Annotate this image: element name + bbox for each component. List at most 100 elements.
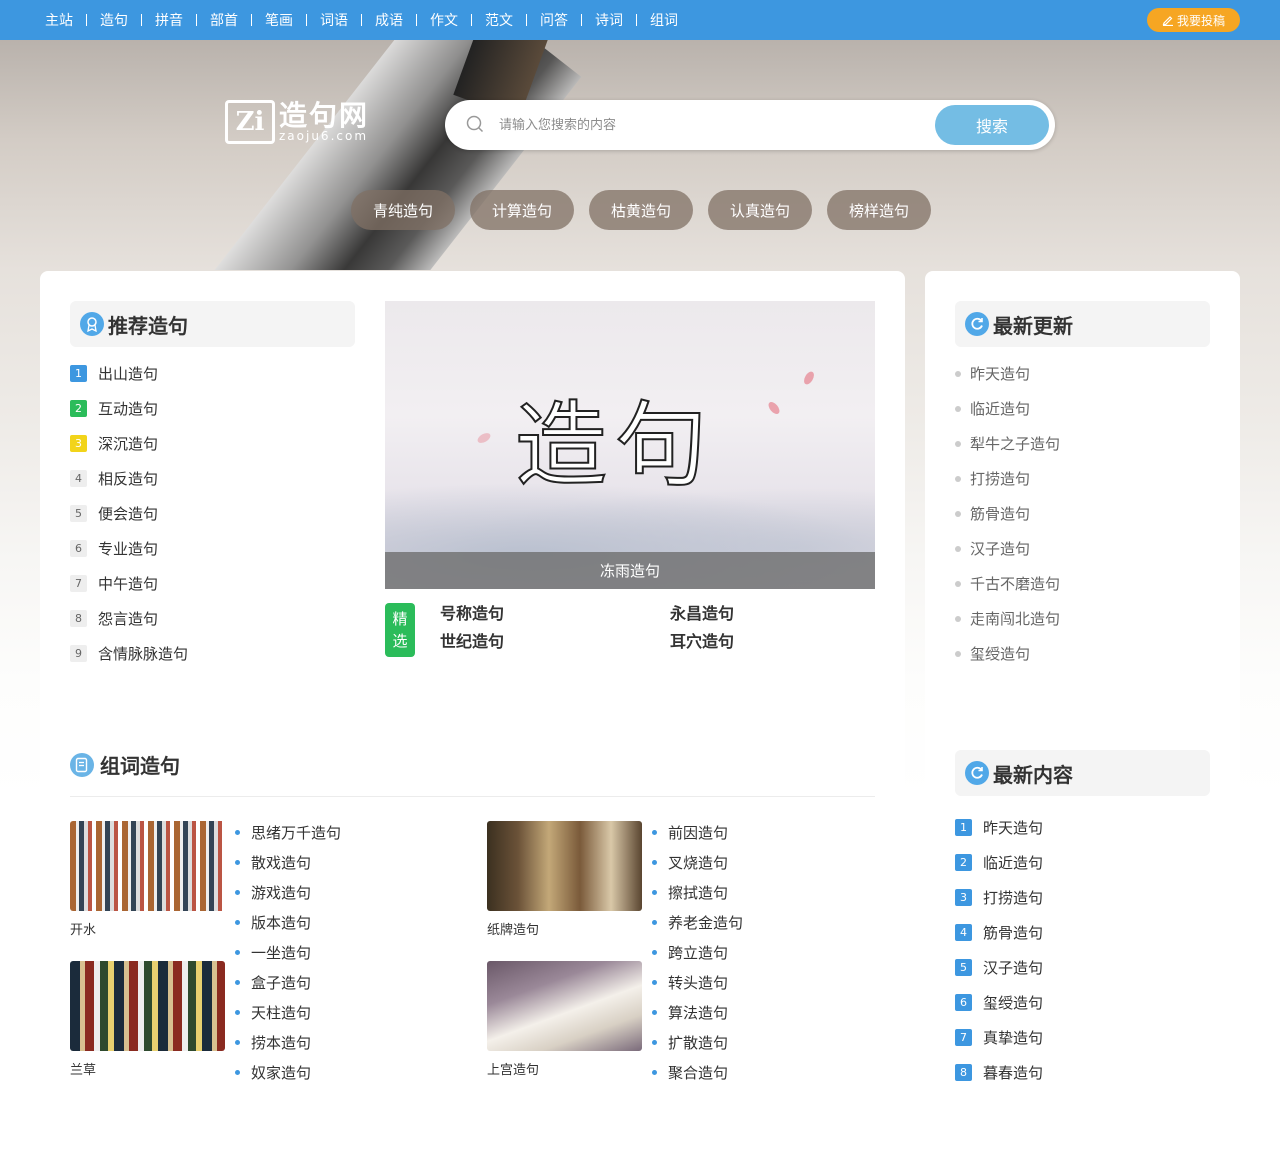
list-item[interactable]: 版本造句	[235, 907, 341, 937]
list-item[interactable]: 7 真挚造句	[955, 1020, 1043, 1055]
list-item[interactable]: 前因造句	[652, 817, 743, 847]
nav-item-zuci[interactable]: 组词	[623, 10, 678, 30]
logo-domain: zaoju6.com	[279, 129, 369, 143]
featured-links: 号称造句 永昌造句 世纪造句 耳穴造句	[440, 604, 880, 652]
list-item[interactable]: 5 汉子造句	[955, 950, 1043, 985]
latest-updates-header: 最新更新	[955, 301, 1210, 347]
hot-tag[interactable]: 青纯造句	[351, 190, 455, 230]
hot-tag[interactable]: 枯黄造句	[589, 190, 693, 230]
list-item[interactable]: 千古不磨造句	[955, 566, 1060, 601]
list-item[interactable]: 盒子造句	[235, 967, 341, 997]
latest-content-header: 最新内容	[955, 750, 1210, 796]
list-item-label: 中午造句	[98, 575, 159, 593]
list-item[interactable]: 叉烧造句	[652, 847, 743, 877]
thumbnail-caption[interactable]: 兰草	[70, 1059, 96, 1078]
rank-badge: 6	[70, 540, 87, 557]
hot-tag[interactable]: 计算造句	[470, 190, 574, 230]
thumbnail-image[interactable]	[487, 961, 642, 1051]
list-item[interactable]: 一坐造句	[235, 937, 341, 967]
thumbnail-caption[interactable]: 上宫造句	[487, 1059, 539, 1078]
featured-link[interactable]: 永昌造句	[670, 604, 880, 624]
nav-item-ciyu[interactable]: 词语	[293, 10, 348, 30]
nav-item-main[interactable]: 主站	[45, 10, 73, 30]
petal-decoration	[802, 369, 816, 387]
list-item[interactable]: 天柱造句	[235, 997, 341, 1027]
nav-item-fanwen[interactable]: 范文	[458, 10, 513, 30]
hero-banner	[0, 40, 1280, 270]
rank-badge: 2	[955, 854, 972, 871]
featured-link[interactable]: 号称造句	[440, 604, 670, 624]
submit-article-button[interactable]: 我要投稿	[1147, 8, 1240, 32]
hot-tag[interactable]: 认真造句	[708, 190, 812, 230]
nav-item-zaoju[interactable]: 造句	[73, 10, 128, 30]
thumbnail-caption[interactable]: 纸牌造句	[487, 919, 539, 938]
list-item-label: 专业造句	[98, 540, 159, 558]
list-item[interactable]: 游戏造句	[235, 877, 341, 907]
list-item[interactable]: 扩散造句	[652, 1027, 743, 1057]
list-item[interactable]: 6 专业造句	[70, 531, 188, 566]
list-item[interactable]: 打捞造句	[955, 461, 1060, 496]
list-item-label: 便会造句	[98, 505, 159, 523]
list-item[interactable]: 捞本造句	[235, 1027, 341, 1057]
thumbnail-caption[interactable]: 开水	[70, 919, 96, 938]
list-item[interactable]: 1 昨天造句	[955, 810, 1043, 845]
list-item-label: 昨天造句	[983, 819, 1044, 837]
nav-item-chengyu[interactable]: 成语	[348, 10, 403, 30]
site-logo[interactable]: Zi 造句网 zaoju6.com	[225, 100, 369, 144]
list-item[interactable]: 8 暮春造句	[955, 1055, 1043, 1090]
list-item[interactable]: 转头造句	[652, 967, 743, 997]
featured-link[interactable]: 耳穴造句	[670, 632, 880, 652]
list-item[interactable]: 聚合造句	[652, 1057, 743, 1087]
thumbnail-image[interactable]	[70, 821, 225, 911]
nav-item-shici[interactable]: 诗词	[568, 10, 623, 30]
list-item[interactable]: 养老金造句	[652, 907, 743, 937]
list-item[interactable]: 散戏造句	[235, 847, 341, 877]
list-item[interactable]: 思绪万千造句	[235, 817, 341, 847]
list-item[interactable]: 2 临近造句	[955, 845, 1043, 880]
search-input[interactable]	[499, 110, 919, 140]
rank-badge: 3	[70, 435, 87, 452]
list-item[interactable]: 2 互动造句	[70, 391, 188, 426]
pen-icon	[1162, 16, 1173, 26]
search-button[interactable]: 搜索	[935, 105, 1049, 145]
nav-item-bihua[interactable]: 笔画	[238, 10, 293, 30]
list-item[interactable]: 3 打捞造句	[955, 880, 1043, 915]
list-item[interactable]: 4 相反造句	[70, 461, 188, 496]
nav-item-zuowen[interactable]: 作文	[403, 10, 458, 30]
list-item[interactable]: 1 出山造句	[70, 356, 188, 391]
featured-badge: 精 选	[385, 603, 415, 657]
thumbnail-image[interactable]	[70, 961, 225, 1051]
list-item[interactable]: 擦拭造句	[652, 877, 743, 907]
nav-item-wenda[interactable]: 问答	[513, 10, 568, 30]
list-item[interactable]: 算法造句	[652, 997, 743, 1027]
rank-badge: 4	[955, 924, 972, 941]
featured-link[interactable]: 世纪造句	[440, 632, 670, 652]
list-item[interactable]: 7 中午造句	[70, 566, 188, 601]
feature-banner[interactable]: 造句 冻雨造句	[385, 301, 875, 589]
list-item[interactable]: 筋骨造句	[955, 496, 1060, 531]
list-item[interactable]: 奴家造句	[235, 1057, 341, 1087]
list-item[interactable]: 5 便会造句	[70, 496, 188, 531]
list-item[interactable]: 9 含情脉脉造句	[70, 636, 188, 671]
featured-badge-char: 选	[392, 632, 408, 650]
list-item[interactable]: 临近造句	[955, 391, 1060, 426]
list-item[interactable]: 8 怨言造句	[70, 601, 188, 636]
list-item[interactable]: 汉子造句	[955, 531, 1060, 566]
rank-badge: 8	[955, 1064, 972, 1081]
nav-item-bushou[interactable]: 部首	[183, 10, 238, 30]
list-item[interactable]: 3 深沉造句	[70, 426, 188, 461]
list-item[interactable]: 4 筋骨造句	[955, 915, 1043, 950]
list-item[interactable]: 6 玺绶造句	[955, 985, 1043, 1020]
list-item[interactable]: 走南闯北造句	[955, 601, 1060, 636]
latest-updates-list: 昨天造句 临近造句 犁牛之子造句 打捞造句 筋骨造句 汉子造句 千古不磨造句 走…	[955, 356, 1060, 671]
hot-tag[interactable]: 榜样造句	[827, 190, 931, 230]
thumbnail-image[interactable]	[487, 821, 642, 911]
list-item-label: 打捞造句	[983, 889, 1044, 907]
rank-badge: 1	[955, 819, 972, 836]
list-item[interactable]: 昨天造句	[955, 356, 1060, 391]
list-item[interactable]: 犁牛之子造句	[955, 426, 1060, 461]
list-item[interactable]: 玺绶造句	[955, 636, 1060, 671]
nav-item-pinyin[interactable]: 拼音	[128, 10, 183, 30]
list-item[interactable]: 跨立造句	[652, 937, 743, 967]
banner-caption[interactable]: 冻雨造句	[385, 552, 875, 589]
